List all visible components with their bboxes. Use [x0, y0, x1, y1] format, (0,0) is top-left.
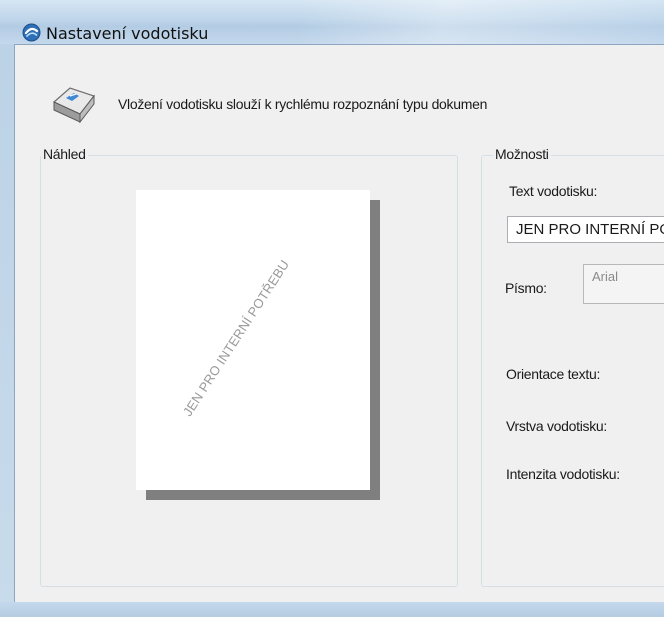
font-label: Písmo:: [505, 280, 547, 296]
window-bottom-border: [0, 602, 664, 617]
preview-group-label: Náhled: [41, 146, 88, 162]
intensity-label: Intenzita vodotisku:: [506, 466, 620, 482]
keyboard-key-icon: [48, 84, 98, 124]
title-bar-glass: [300, 0, 664, 44]
window-title: Nastavení vodotisku: [46, 24, 209, 43]
watermark-text-input[interactable]: JEN PRO INTERNÍ POTŘEBU: [507, 216, 664, 243]
layer-label: Vrstva vodotisku:: [506, 418, 607, 434]
app-icon[interactable]: [22, 23, 41, 42]
title-bar[interactable]: Nastavení vodotisku: [0, 0, 664, 44]
orientation-label: Orientace textu:: [506, 366, 601, 382]
options-group-label: Možnosti: [493, 146, 551, 162]
font-select[interactable]: Arial: [583, 264, 664, 304]
header-description: Vložení vodotisku slouží k rychlému rozp…: [118, 96, 488, 112]
watermark-text-label: Text vodotisku:: [509, 183, 598, 199]
page-preview: [136, 190, 370, 490]
